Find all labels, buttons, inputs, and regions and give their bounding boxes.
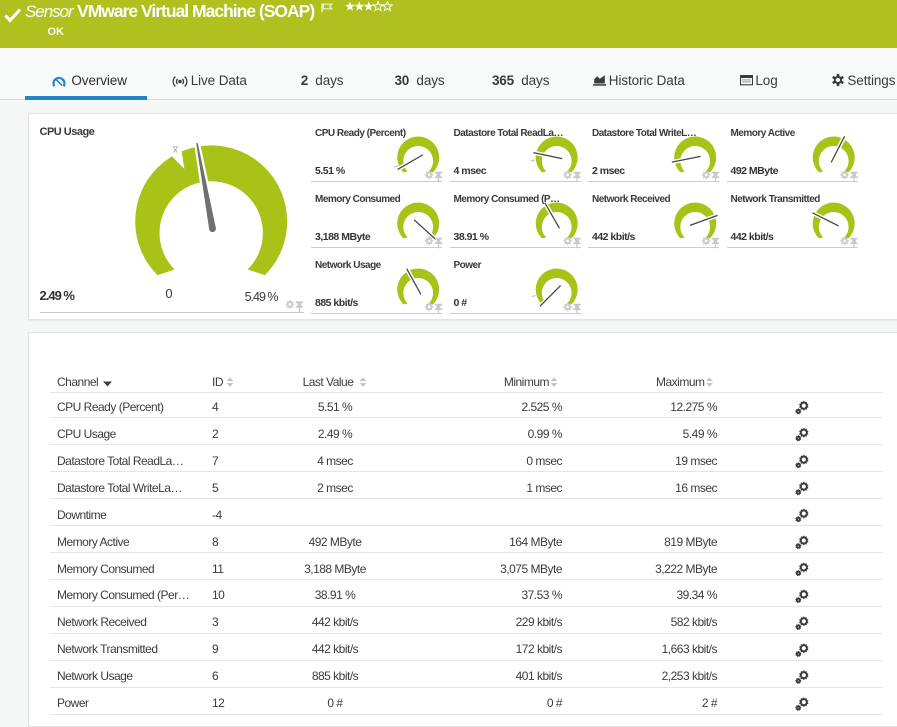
svg-text:x̅: x̅: [172, 144, 178, 155]
